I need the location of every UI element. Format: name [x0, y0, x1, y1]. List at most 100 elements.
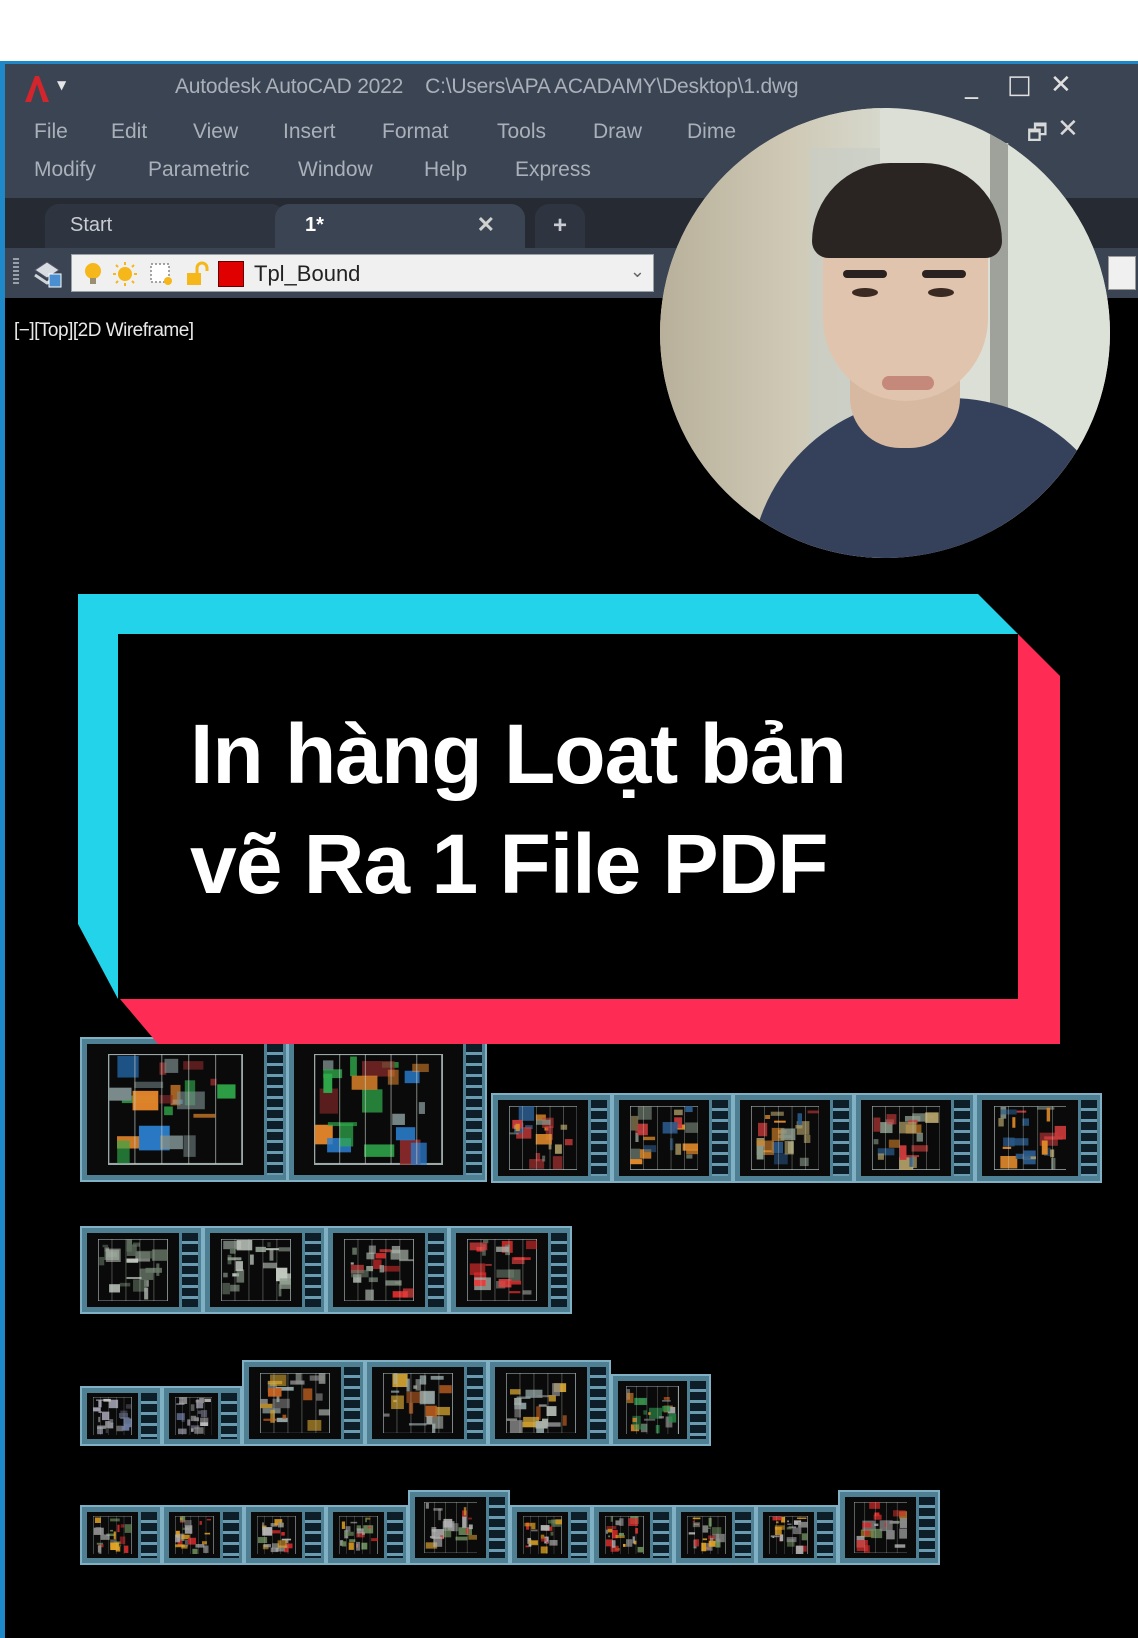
sheet-plan-graphic: [174, 1396, 213, 1436]
menu-help[interactable]: Help: [424, 158, 467, 182]
tab-start-label: Start: [70, 214, 113, 236]
plan-element: [463, 1507, 466, 1516]
plan-element: [797, 1517, 807, 1519]
plan-element: [516, 1396, 531, 1399]
drawing-sheet[interactable]: [80, 1386, 162, 1446]
drawing-sheet[interactable]: [854, 1093, 975, 1183]
plan-element: [757, 1122, 768, 1137]
plan-element: [408, 1422, 427, 1426]
plan-element: [798, 1521, 808, 1528]
drawing-sheet[interactable]: [242, 1360, 365, 1446]
drawing-sheet[interactable]: [510, 1505, 592, 1565]
drawing-sheet[interactable]: [491, 1093, 612, 1183]
plan-element: [642, 1136, 655, 1141]
plan-element: [350, 1056, 358, 1077]
sheet-plan-graphic: [871, 1106, 941, 1170]
layer-viewport-freeze-icon[interactable]: [148, 261, 174, 287]
plan-element: [183, 1135, 196, 1158]
menu-modify[interactable]: Modify: [34, 158, 96, 182]
drawing-sheet[interactable]: [326, 1505, 408, 1565]
layer-state-manager-icon[interactable]: [31, 256, 65, 290]
drawing-sheet[interactable]: [611, 1374, 711, 1446]
drawing-sheet[interactable]: [80, 1037, 288, 1182]
plan-element: [552, 1382, 560, 1396]
drawing-sheet[interactable]: [162, 1386, 242, 1446]
drawing-sheet[interactable]: [326, 1226, 449, 1314]
sheet-title-block: [690, 1381, 706, 1439]
plan-element: [268, 1387, 282, 1397]
plan-element: [277, 1540, 287, 1548]
menu-draw[interactable]: Draw: [593, 120, 642, 144]
tab-drawing-1[interactable]: 1* ✕: [275, 204, 525, 248]
sheet-plan-graphic: [508, 1106, 578, 1170]
menu-view[interactable]: View: [193, 120, 238, 144]
drawing-sheet[interactable]: [838, 1490, 940, 1565]
close-tab-icon[interactable]: ✕: [477, 212, 495, 238]
toolbar-grip-handle[interactable]: [13, 258, 19, 286]
drawing-sheet[interactable]: [756, 1505, 838, 1565]
drawing-sheet[interactable]: [203, 1226, 326, 1314]
drawing-sheet[interactable]: [612, 1093, 733, 1183]
plan-element: [773, 1153, 788, 1165]
autocad-logo-icon[interactable]: [23, 74, 51, 104]
sheet-drawing-area: [294, 1044, 463, 1175]
drawing-sheet[interactable]: [488, 1360, 611, 1446]
close-window-button[interactable]: ✕: [1050, 72, 1072, 98]
minimize-window-button[interactable]: _: [965, 72, 978, 98]
plan-element: [873, 1139, 879, 1145]
menu-file[interactable]: File: [34, 120, 68, 144]
drawing-sheet[interactable]: [80, 1505, 162, 1565]
menu-parametric[interactable]: Parametric: [148, 158, 250, 182]
chevron-down-icon[interactable]: ⌄: [630, 261, 645, 282]
layer-thaw-sun-icon[interactable]: [112, 261, 138, 287]
plan-element: [506, 1280, 522, 1285]
layer-dropdown[interactable]: Tpl_Bound ⌄: [71, 254, 654, 292]
drawing-sheet[interactable]: [287, 1037, 487, 1182]
application-menu-caret-icon[interactable]: ▼: [57, 78, 66, 92]
plan-element: [772, 1536, 775, 1538]
tab-start[interactable]: Start: [45, 204, 285, 248]
plan-element: [550, 1531, 554, 1536]
sheet-title-block: [590, 1367, 606, 1439]
plan-element: [105, 1427, 109, 1433]
maximize-window-button[interactable]: □: [1007, 72, 1032, 98]
plan-element: [307, 1419, 322, 1431]
sheet-drawing-area: [87, 1393, 138, 1439]
drawing-sheet[interactable]: [733, 1093, 854, 1183]
plan-element: [648, 1411, 651, 1415]
drawing-sheet[interactable]: [674, 1505, 756, 1565]
sheet-title-block: [735, 1512, 751, 1558]
plan-element: [103, 1398, 111, 1402]
drawing-sheet[interactable]: [975, 1093, 1102, 1183]
viewport-controls-label[interactable]: [−][Top][2D Wireframe]: [14, 320, 194, 342]
menu-edit[interactable]: Edit: [111, 120, 147, 144]
drawing-sheet[interactable]: [80, 1226, 203, 1314]
plan-element: [522, 1290, 532, 1295]
menu-window[interactable]: Window: [298, 158, 373, 182]
plan-element: [402, 1288, 414, 1298]
drawing-sheet[interactable]: [365, 1360, 488, 1446]
menu-express[interactable]: Express: [515, 158, 591, 182]
layer-on-bulb-icon[interactable]: [80, 261, 106, 287]
plan-element: [109, 1284, 121, 1293]
drawing-sheet[interactable]: [592, 1505, 674, 1565]
plan-element: [634, 1424, 647, 1430]
plan-element: [898, 1528, 908, 1539]
menu-format[interactable]: Format: [382, 120, 449, 144]
drawing-sheet[interactable]: [408, 1490, 510, 1565]
drawing-sheet[interactable]: [244, 1505, 326, 1565]
layer-unlock-icon[interactable]: [184, 261, 210, 287]
menu-tools[interactable]: Tools: [497, 120, 546, 144]
drawing-sheet[interactable]: [449, 1226, 572, 1314]
toolbar-overflow-control[interactable]: [1108, 256, 1136, 290]
menu-insert[interactable]: Insert: [283, 120, 336, 144]
new-tab-button[interactable]: +: [535, 204, 585, 248]
plan-element: [204, 1398, 211, 1402]
plan-element: [99, 1256, 105, 1266]
plan-element: [710, 1537, 714, 1541]
plan-element: [391, 1395, 404, 1409]
plan-element: [688, 1531, 696, 1535]
plan-element: [756, 1145, 764, 1160]
plan-element: [439, 1384, 452, 1394]
drawing-sheet[interactable]: [162, 1505, 244, 1565]
